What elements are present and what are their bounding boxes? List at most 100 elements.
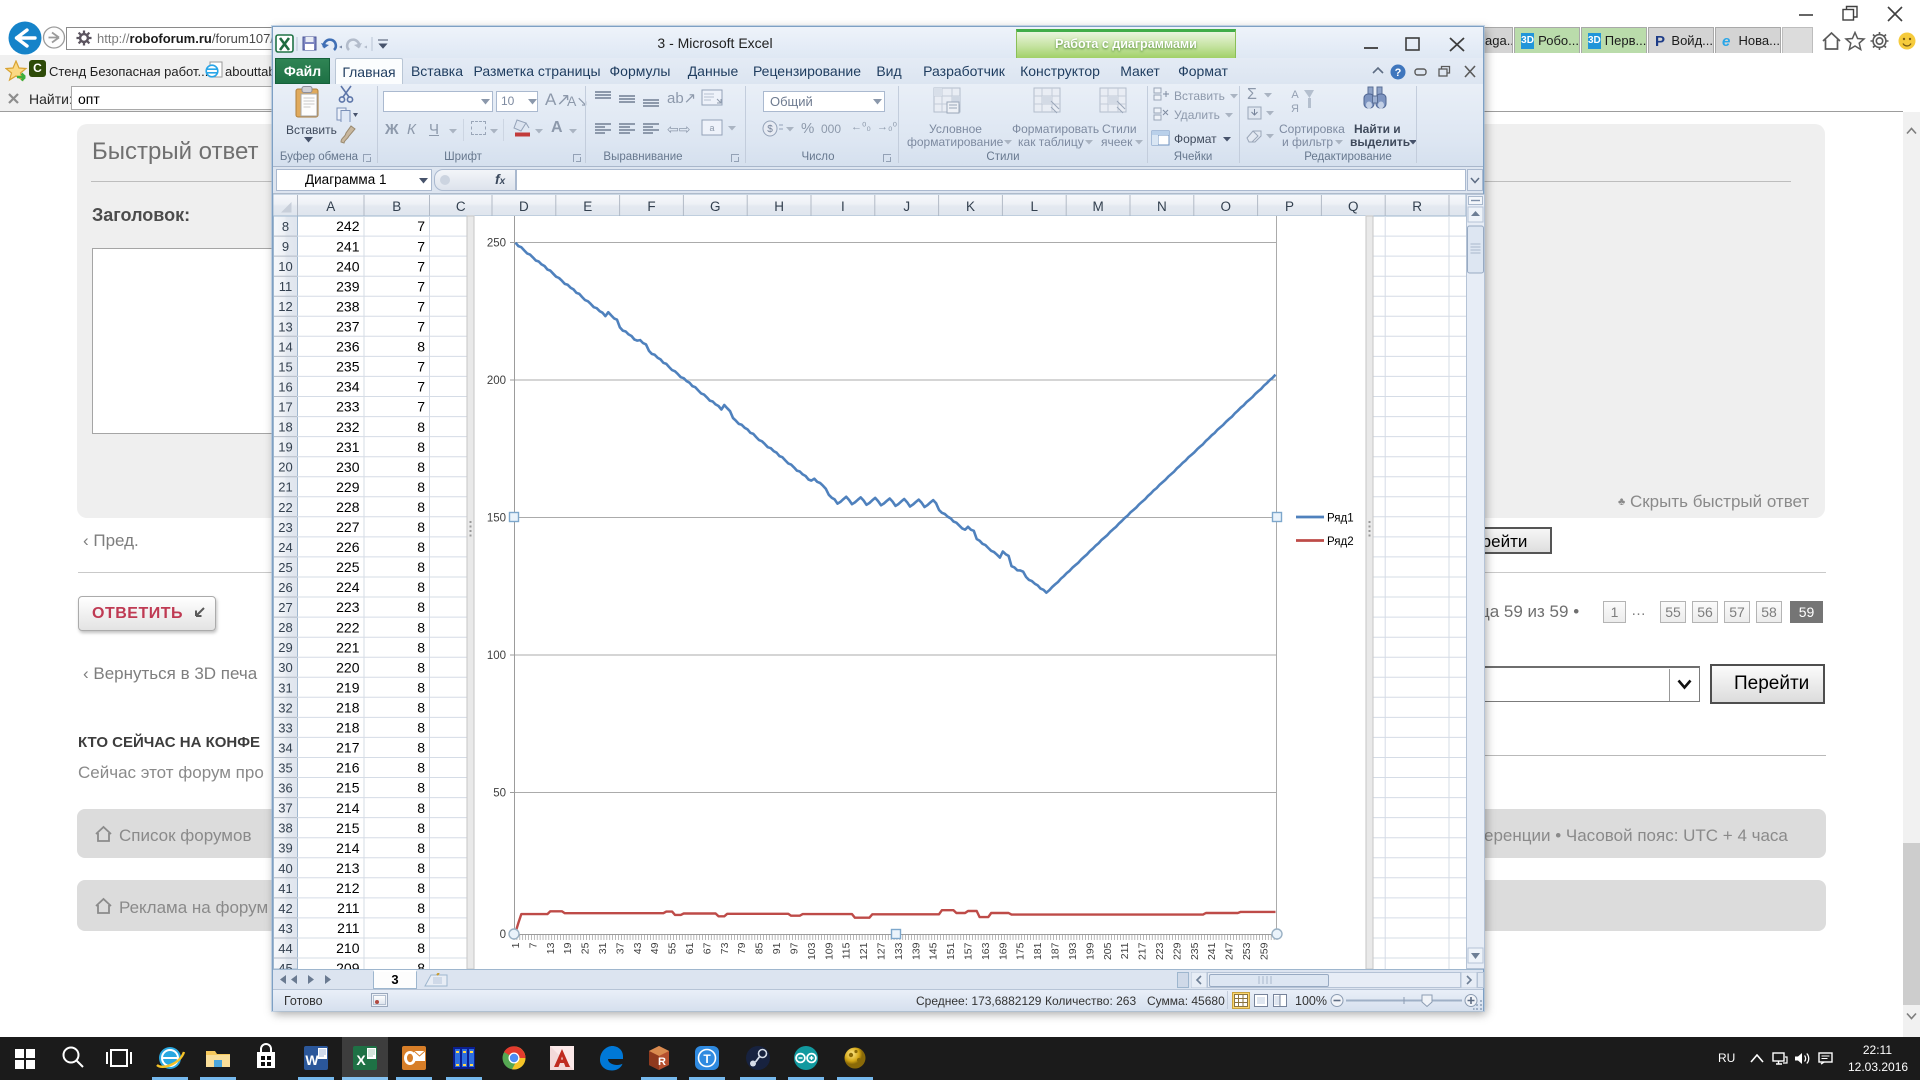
svg-text:10: 10 xyxy=(278,259,292,274)
svg-text:222: 222 xyxy=(336,619,360,635)
svg-text:8: 8 xyxy=(417,900,425,916)
svg-text:7: 7 xyxy=(417,379,425,395)
svg-text:233: 233 xyxy=(336,399,360,415)
svg-text:145: 145 xyxy=(928,942,940,960)
svg-text:238: 238 xyxy=(336,298,360,314)
svg-text:40: 40 xyxy=(278,861,292,876)
svg-text:193: 193 xyxy=(1067,942,1079,960)
svg-text:151: 151 xyxy=(945,942,957,960)
svg-text:T: T xyxy=(703,1052,711,1066)
svg-text:235: 235 xyxy=(336,359,360,375)
svg-text:31: 31 xyxy=(278,680,292,695)
svg-text:109: 109 xyxy=(823,942,835,960)
svg-text:8: 8 xyxy=(417,920,425,936)
svg-text:211: 211 xyxy=(1119,942,1131,959)
svg-text:97: 97 xyxy=(789,942,801,954)
svg-text:231: 231 xyxy=(336,439,360,455)
svg-text:215: 215 xyxy=(336,780,360,796)
svg-text:20: 20 xyxy=(278,460,292,475)
svg-text:215: 215 xyxy=(336,820,360,836)
svg-text:209: 209 xyxy=(336,960,360,969)
svg-text:8: 8 xyxy=(417,459,425,475)
svg-text:224: 224 xyxy=(336,579,360,595)
svg-text:19: 19 xyxy=(278,440,292,455)
svg-text:13: 13 xyxy=(278,319,292,334)
svg-text:169: 169 xyxy=(997,942,1009,960)
svg-text:217: 217 xyxy=(336,740,360,756)
svg-text:Ряд1: Ряд1 xyxy=(1327,513,1354,525)
svg-text:C: C xyxy=(456,199,466,214)
svg-text:8: 8 xyxy=(417,960,425,969)
svg-text:214: 214 xyxy=(336,840,360,856)
svg-text:61: 61 xyxy=(684,942,696,954)
svg-text:8: 8 xyxy=(417,680,425,696)
svg-text:150: 150 xyxy=(487,513,506,525)
svg-text:M: M xyxy=(1092,199,1103,214)
svg-text:24: 24 xyxy=(278,540,292,555)
svg-text:241: 241 xyxy=(336,238,360,254)
svg-text:8: 8 xyxy=(417,639,425,655)
svg-text:9: 9 xyxy=(282,239,289,254)
svg-text:8: 8 xyxy=(417,539,425,555)
svg-text:17: 17 xyxy=(278,400,292,415)
svg-text:49: 49 xyxy=(649,942,661,954)
svg-text:7: 7 xyxy=(417,399,425,415)
svg-text:210: 210 xyxy=(336,940,360,956)
svg-text:8: 8 xyxy=(417,559,425,575)
svg-text:8: 8 xyxy=(417,599,425,615)
svg-text:26: 26 xyxy=(278,580,292,595)
svg-text:N: N xyxy=(1157,199,1167,214)
svg-text:L: L xyxy=(1031,199,1039,214)
svg-text:34: 34 xyxy=(278,740,292,755)
svg-text:175: 175 xyxy=(1015,942,1027,960)
svg-text:29: 29 xyxy=(278,640,292,655)
svg-text:B: B xyxy=(392,199,401,214)
svg-text:216: 216 xyxy=(336,760,360,776)
svg-text:67: 67 xyxy=(701,942,713,954)
svg-text:19: 19 xyxy=(562,942,574,954)
svg-text:18: 18 xyxy=(278,420,292,435)
svg-text:P: P xyxy=(1285,199,1294,214)
svg-text:229: 229 xyxy=(336,479,360,495)
svg-text:45: 45 xyxy=(278,961,292,969)
svg-text:223: 223 xyxy=(1154,942,1166,960)
svg-text:8: 8 xyxy=(417,800,425,816)
svg-text:8: 8 xyxy=(417,339,425,355)
svg-text:212: 212 xyxy=(336,880,360,896)
svg-text:91: 91 xyxy=(771,942,783,954)
svg-text:230: 230 xyxy=(336,459,360,475)
svg-text:I: I xyxy=(841,199,845,214)
svg-text:253: 253 xyxy=(1241,942,1253,960)
svg-text:8: 8 xyxy=(417,860,425,876)
svg-text:73: 73 xyxy=(719,942,731,954)
svg-text:K: K xyxy=(966,199,975,214)
svg-text:211: 211 xyxy=(337,920,360,936)
svg-text:8: 8 xyxy=(417,740,425,756)
svg-text:103: 103 xyxy=(806,942,818,960)
svg-text:41: 41 xyxy=(278,881,292,896)
svg-text:43: 43 xyxy=(632,942,644,954)
svg-text:8: 8 xyxy=(417,700,425,716)
svg-text:217: 217 xyxy=(1137,942,1149,960)
svg-text:37: 37 xyxy=(614,942,626,954)
svg-text:199: 199 xyxy=(1084,942,1096,960)
svg-text:Q: Q xyxy=(1348,199,1359,214)
svg-text:7: 7 xyxy=(417,278,425,294)
svg-text:79: 79 xyxy=(736,942,748,954)
svg-text:35: 35 xyxy=(278,761,292,776)
svg-text:a: a xyxy=(709,123,714,133)
svg-text:7: 7 xyxy=(417,258,425,274)
svg-text:50: 50 xyxy=(493,788,506,800)
svg-text:8: 8 xyxy=(417,840,425,856)
svg-text:43: 43 xyxy=(278,921,292,936)
svg-text:8: 8 xyxy=(417,720,425,736)
svg-text:7: 7 xyxy=(417,359,425,375)
svg-text:11: 11 xyxy=(279,279,293,294)
svg-text:30: 30 xyxy=(278,660,292,675)
svg-text:235: 235 xyxy=(1189,942,1201,960)
svg-text:R: R xyxy=(1412,199,1422,214)
svg-text:227: 227 xyxy=(336,519,360,535)
svg-text:241: 241 xyxy=(1206,942,1218,960)
svg-text:8: 8 xyxy=(417,499,425,515)
svg-text:223: 223 xyxy=(336,599,360,615)
